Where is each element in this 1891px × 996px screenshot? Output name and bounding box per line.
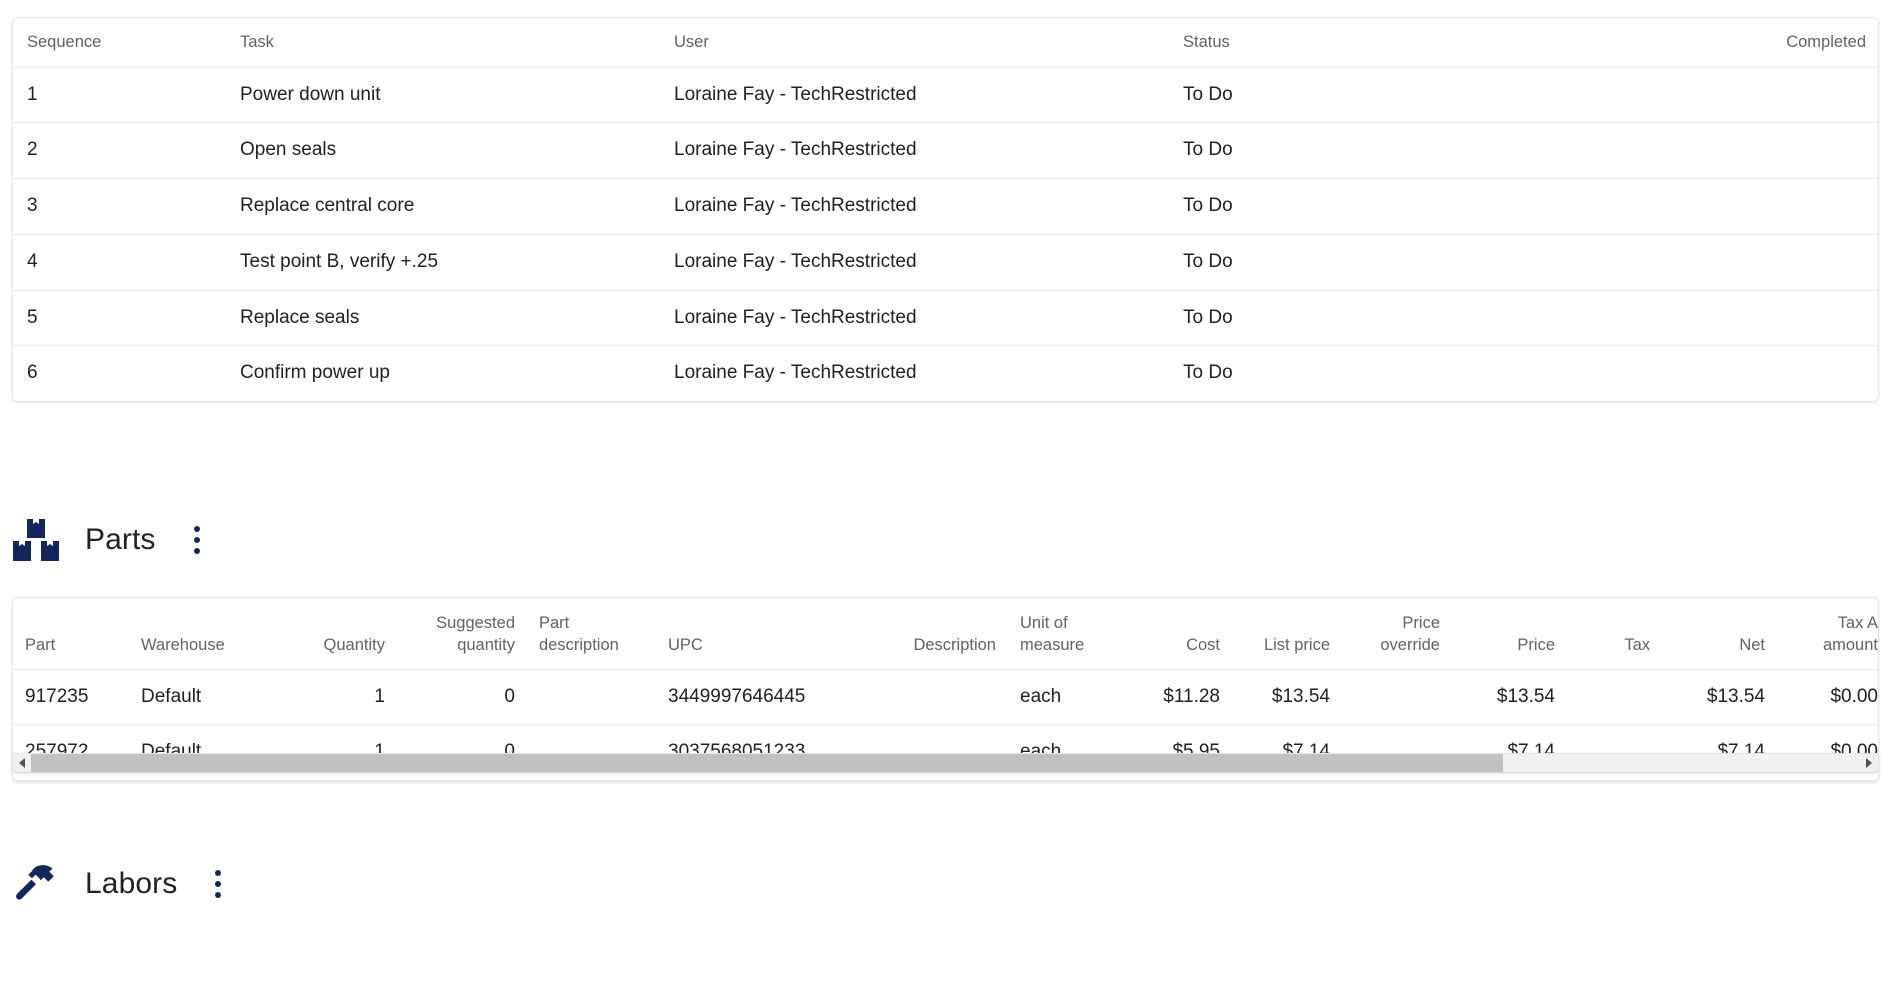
cell-completed	[1569, 67, 1878, 124]
labors-section-header: Labors	[12, 862, 231, 906]
cell-part: 917235	[13, 669, 129, 726]
cell-task: Power down unit	[226, 67, 660, 124]
cell-completed	[1569, 346, 1878, 401]
parts-col-unit-of-measure[interactable]: Unit of measure	[1008, 598, 1122, 670]
labors-section-title: Labors	[85, 867, 178, 900]
parts-section-title: Parts	[85, 523, 156, 556]
tasks-col-completed[interactable]: Completed	[1569, 18, 1878, 68]
parts-scrollbar-track[interactable]	[31, 754, 1860, 772]
labors-kebab-menu-icon[interactable]	[205, 864, 231, 904]
parts-col-tax-a-amount[interactable]: Tax A amount	[1777, 598, 1878, 670]
tasks-table-header-row: Sequence Task User Status Completed	[13, 18, 1878, 68]
cell-task: Replace seals	[226, 290, 660, 347]
parts-col-suggested-quantity[interactable]: Suggested quantity	[397, 598, 527, 670]
parts-scrollbar-thumb[interactable]	[31, 754, 1504, 772]
cell-sequence: 6	[27, 362, 38, 384]
table-row[interactable]: 4 Test point B, verify +.25 Loraine Fay …	[13, 234, 1878, 291]
cell-task: Replace central core	[226, 178, 660, 235]
cell-sequence: 1	[13, 67, 226, 124]
parts-col-net[interactable]: Net	[1662, 598, 1777, 670]
tasks-table-card: Sequence Task User Status Completed 1 Po…	[12, 17, 1879, 402]
parts-kebab-menu-icon[interactable]	[184, 520, 210, 560]
cell-cost: $11.28	[1122, 669, 1232, 726]
cell-price-override	[1342, 669, 1452, 726]
cell-user: Loraine Fay - TechRestricted	[660, 234, 1169, 291]
cell-unit-of-measure: each	[1008, 669, 1122, 726]
table-row[interactable]: 2 Open seals Loraine Fay - TechRestricte…	[13, 122, 1878, 180]
cell-list-price: $13.54	[1232, 669, 1342, 726]
cell-completed	[1569, 122, 1878, 180]
cell-completed	[1569, 178, 1878, 235]
cell-status: To Do	[1169, 178, 1569, 235]
cell-price: $13.54	[1452, 669, 1567, 726]
cell-description	[861, 669, 1008, 726]
cell-status: To Do	[1169, 234, 1569, 291]
cell-user: Loraine Fay - TechRestricted	[660, 290, 1169, 347]
boxes-stack-icon	[12, 518, 60, 562]
cell-warehouse: Default	[129, 669, 268, 726]
scroll-right-arrow-icon[interactable]	[1860, 754, 1878, 772]
cell-net: $13.54	[1662, 669, 1777, 726]
cell-task: Open seals	[226, 122, 660, 180]
cell-tax	[1567, 669, 1662, 726]
parts-col-cost[interactable]: Cost	[1122, 598, 1232, 670]
cell-status: To Do	[1169, 122, 1569, 180]
cell-sequence: 2	[13, 122, 226, 180]
cell-user: Loraine Fay - TechRestricted	[660, 178, 1169, 235]
cell-task: Test point B, verify +.25	[226, 234, 660, 291]
cell-sequence: 4	[13, 234, 226, 291]
cell-user: Loraine Fay - TechRestricted	[660, 122, 1169, 180]
table-row[interactable]: 917235 Default 1 0 3449997646445 each $1…	[13, 669, 1878, 726]
cell-user: Loraine Fay - TechRestricted	[674, 362, 917, 384]
cell-quantity: 1	[268, 669, 397, 726]
tasks-col-status[interactable]: Status	[1169, 18, 1569, 68]
parts-col-quantity[interactable]: Quantity	[268, 598, 397, 670]
cell-completed	[1569, 290, 1878, 347]
parts-col-list-price[interactable]: List price	[1232, 598, 1342, 670]
parts-col-upc[interactable]: UPC	[656, 598, 861, 670]
table-row[interactable]: 1 Power down unit Loraine Fay - TechRest…	[13, 67, 1878, 124]
scroll-left-arrow-icon[interactable]	[13, 754, 31, 772]
parts-col-warehouse[interactable]: Warehouse	[129, 598, 268, 670]
cell-status: To Do	[1183, 362, 1233, 384]
cell-status: To Do	[1169, 290, 1569, 347]
parts-horizontal-scrollbar[interactable]	[12, 753, 1879, 773]
parts-col-price-override[interactable]: Price override	[1342, 598, 1452, 670]
parts-table-header-row: Part Warehouse Quantity Suggested quanti…	[13, 598, 1878, 670]
cell-user: Loraine Fay - TechRestricted	[660, 67, 1169, 124]
parts-col-description[interactable]: Description	[861, 598, 1008, 670]
cell-suggested-quantity: 0	[397, 669, 527, 726]
parts-col-part-description[interactable]: Part description	[527, 598, 656, 670]
parts-col-part[interactable]: Part	[13, 598, 129, 670]
cell-status: To Do	[1169, 67, 1569, 124]
cell-sequence: 5	[13, 290, 226, 347]
tasks-col-sequence[interactable]: Sequence	[13, 18, 226, 68]
table-row[interactable]: 3 Replace central core Loraine Fay - Tec…	[13, 178, 1878, 235]
tasks-table: Sequence Task User Status Completed 1 Po…	[13, 18, 1878, 401]
parts-col-price[interactable]: Price	[1452, 598, 1567, 670]
parts-col-tax[interactable]: Tax	[1567, 598, 1662, 670]
parts-section-header: Parts	[12, 518, 210, 562]
cell-sequence: 3	[13, 178, 226, 235]
cell-task: Confirm power up	[240, 362, 390, 384]
hammer-icon	[12, 862, 60, 906]
table-row[interactable]: 6 Confirm power up Loraine Fay - TechRes…	[13, 346, 1878, 401]
table-row[interactable]: 5 Replace seals Loraine Fay - TechRestri…	[13, 290, 1878, 347]
cell-part-description	[527, 669, 656, 726]
cell-completed	[1569, 234, 1878, 291]
cell-upc: 3449997646445	[656, 669, 861, 726]
tasks-col-task[interactable]: Task	[226, 18, 660, 68]
cell-tax-a-amount: $0.00	[1777, 669, 1878, 726]
tasks-col-user[interactable]: User	[660, 18, 1169, 68]
